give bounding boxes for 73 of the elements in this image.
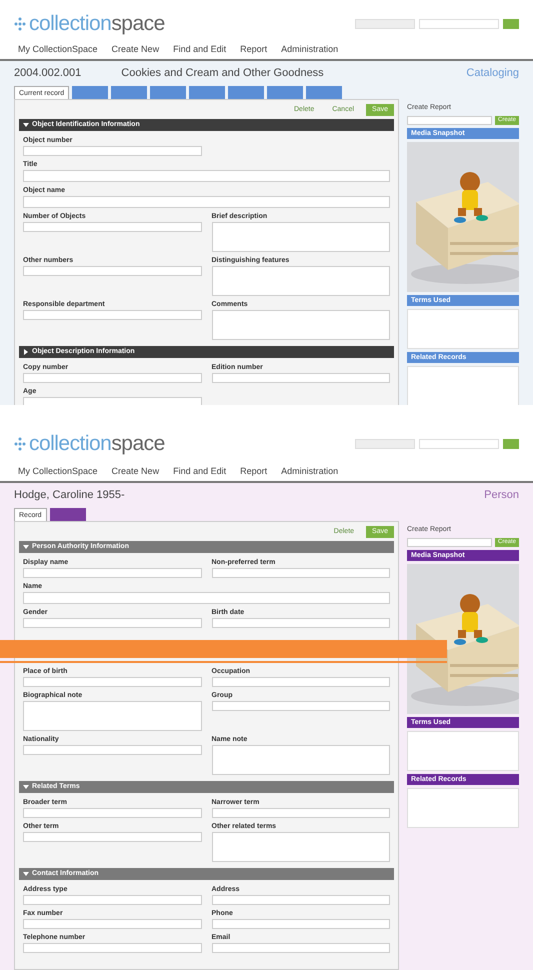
report-dropdown[interactable]	[407, 538, 492, 547]
record-title: Hodge, Caroline 1955-	[14, 488, 125, 503]
caret-icon	[23, 784, 29, 790]
input-field[interactable]	[212, 943, 390, 953]
nav-link[interactable]: Report	[240, 42, 268, 56]
input-field[interactable]	[23, 618, 202, 628]
text-area[interactable]	[212, 222, 390, 252]
nav-link[interactable]: Find and Edit	[173, 42, 226, 56]
dropdown[interactable]	[355, 18, 415, 29]
logo: collectionspace	[14, 428, 165, 460]
search-button[interactable]	[503, 438, 519, 449]
nav-link[interactable]: Report	[240, 464, 268, 478]
text-area[interactable]	[23, 701, 202, 731]
input-field[interactable]	[212, 808, 390, 818]
report-dropdown[interactable]	[407, 116, 492, 125]
nav-link[interactable]: Administration	[281, 42, 338, 56]
input-field[interactable]	[23, 397, 202, 405]
input-field[interactable]	[212, 895, 390, 905]
text-area[interactable]	[212, 745, 390, 775]
input-field[interactable]	[212, 701, 390, 711]
input-field[interactable]	[23, 919, 202, 929]
caret-icon	[23, 544, 29, 550]
input-field[interactable]	[23, 895, 202, 905]
record-type: Person	[484, 488, 519, 503]
input-field[interactable]	[23, 373, 202, 383]
input-field[interactable]	[212, 677, 390, 687]
search-button[interactable]	[503, 18, 519, 29]
tab[interactable]	[50, 508, 86, 520]
nav-link[interactable]: Administration	[281, 464, 338, 478]
input-field[interactable]	[23, 808, 202, 818]
record-number: 2004.002.001	[14, 66, 82, 81]
logo-icon	[14, 16, 26, 31]
input-field[interactable]	[23, 677, 202, 687]
input-field[interactable]	[23, 832, 202, 842]
tab[interactable]	[72, 86, 108, 98]
tab[interactable]	[267, 86, 304, 98]
caret-icon	[23, 349, 29, 355]
input-field[interactable]	[212, 618, 390, 628]
tab[interactable]	[111, 86, 148, 98]
input-field[interactable]	[23, 170, 390, 182]
input-field[interactable]	[23, 266, 202, 276]
caret-icon	[23, 122, 29, 128]
caret-icon	[23, 871, 29, 877]
search-field[interactable]	[419, 438, 499, 449]
nav-link[interactable]: Create New	[112, 42, 160, 56]
logo-icon	[14, 436, 26, 451]
input-field[interactable]	[212, 568, 390, 578]
nav-link[interactable]: My CollectionSpace	[18, 464, 98, 478]
tab[interactable]	[150, 86, 186, 98]
nav-link[interactable]: Create New	[112, 464, 160, 478]
search-field[interactable]	[419, 18, 499, 29]
logo: collectionspace	[14, 8, 165, 40]
input-field[interactable]	[23, 568, 202, 578]
input-field[interactable]	[23, 196, 390, 208]
nav-link[interactable]: Find and Edit	[173, 464, 226, 478]
nav-link[interactable]: My CollectionSpace	[18, 42, 98, 56]
input-field[interactable]	[23, 222, 202, 232]
text-area[interactable]	[212, 310, 390, 340]
tab[interactable]	[306, 86, 342, 98]
input-field[interactable]	[23, 310, 202, 320]
tab[interactable]	[189, 86, 226, 98]
record-title: Cookies and Cream and Other Goodness	[121, 66, 324, 81]
input-field[interactable]	[23, 745, 202, 755]
input-field[interactable]	[23, 592, 390, 604]
text-area[interactable]	[212, 266, 390, 296]
record-type: Cataloging	[466, 66, 519, 81]
input-field[interactable]	[23, 146, 202, 156]
text-area[interactable]	[212, 832, 390, 862]
dropdown[interactable]	[355, 438, 415, 449]
input-field[interactable]	[212, 373, 390, 383]
input-field[interactable]	[212, 919, 390, 929]
tab[interactable]	[228, 86, 264, 98]
input-field[interactable]	[23, 943, 202, 953]
